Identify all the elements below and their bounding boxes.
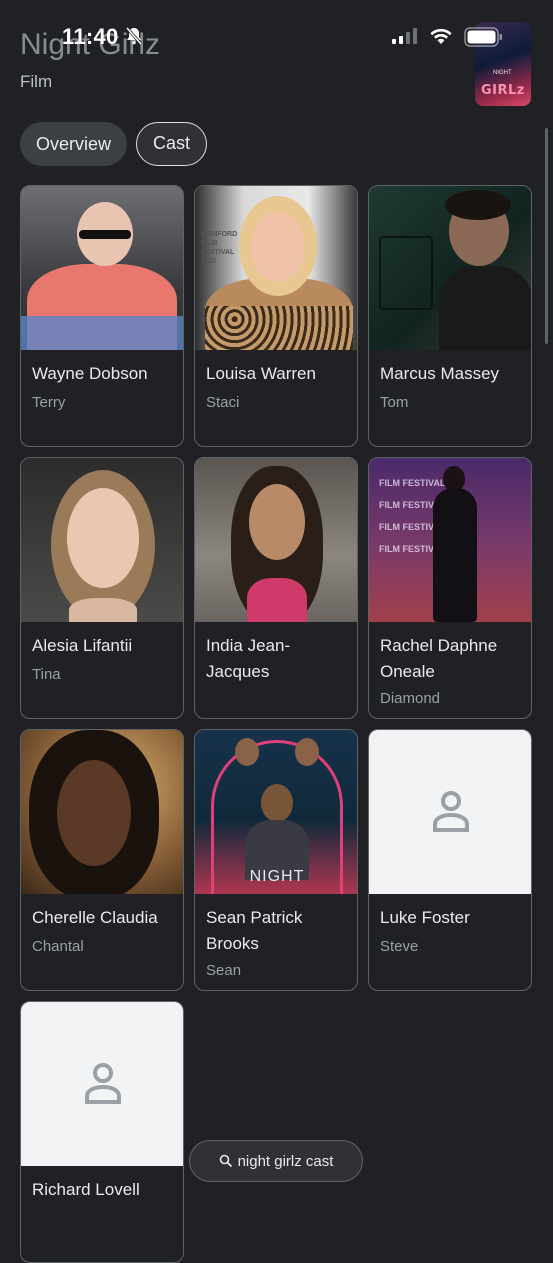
cast-role: Sean xyxy=(206,962,242,979)
cast-role: Tom xyxy=(380,394,409,411)
cast-name: Sean Patrick Brooks xyxy=(206,908,303,953)
wifi-icon xyxy=(430,28,452,44)
search-icon xyxy=(219,1154,232,1168)
cast-role: Staci xyxy=(206,394,240,411)
cast-role: Steve xyxy=(380,938,419,955)
cast-name: India Jean-Jacques xyxy=(206,636,291,681)
bell-off-icon xyxy=(125,27,143,45)
status-time: 11:40 xyxy=(62,24,119,49)
cast-photo xyxy=(21,458,183,622)
cast-name: Richard Lovell xyxy=(32,1180,140,1199)
person-icon xyxy=(85,1063,121,1104)
cast-card[interactable]: NIGHT Sean Patrick Brooks Sean xyxy=(194,729,358,991)
cast-photo: ROMFORD FILM FESTIVAL 2021 xyxy=(195,186,357,350)
cast-card[interactable]: Richard Lovell xyxy=(20,1001,184,1263)
person-icon xyxy=(433,791,469,832)
cast-photo-placeholder xyxy=(369,730,531,894)
cast-card[interactable]: Marcus Massey Tom xyxy=(368,185,532,447)
cast-card[interactable]: Wayne Dobson Terry xyxy=(20,185,184,447)
tab-cast[interactable]: Cast xyxy=(136,122,208,166)
scrollbar[interactable] xyxy=(545,128,548,344)
cast-name: Wayne Dobson xyxy=(32,364,148,383)
cast-name: Rachel Daphne Oneale xyxy=(380,636,498,681)
cast-photo xyxy=(21,186,183,350)
cast-role: Tina xyxy=(32,666,61,683)
cast-photo: NIGHT xyxy=(195,730,357,894)
cellular-signal-icon xyxy=(392,28,417,44)
cast-name: Alesia Lifantii xyxy=(32,636,133,655)
cast-photo-placeholder xyxy=(21,1002,183,1166)
battery-icon xyxy=(464,27,502,47)
cast-name: Marcus Massey xyxy=(380,364,500,383)
cast-card[interactable]: ROMFORD FILM FESTIVAL 2021 Louisa Warren… xyxy=(194,185,358,447)
cast-role: Terry xyxy=(32,394,66,411)
cast-card[interactable]: Alesia Lifantii Tina xyxy=(20,457,184,719)
status-bar: 11:40 xyxy=(0,0,553,60)
cast-name: Louisa Warren xyxy=(206,364,316,383)
cast-photo xyxy=(369,186,531,350)
entity-subtitle: Film xyxy=(20,72,53,91)
search-query-pill[interactable]: night girlz cast xyxy=(189,1140,363,1182)
cast-photo xyxy=(21,730,183,894)
tab-bar: Overview Cast xyxy=(20,122,208,166)
search-query-text: night girlz cast xyxy=(237,1152,334,1170)
cast-card[interactable]: India Jean-Jacques xyxy=(194,457,358,719)
cast-card[interactable]: Luke Foster Steve xyxy=(368,729,532,991)
cast-name: Luke Foster xyxy=(380,908,470,927)
cast-role: Chantal xyxy=(32,938,84,955)
cast-photo: FILM FESTIVAL FILM FESTIVAL FILM FESTIVA… xyxy=(369,458,531,622)
cast-name: Cherelle Claudia xyxy=(32,908,158,927)
tab-overview[interactable]: Overview xyxy=(20,122,128,166)
cast-role: Diamond xyxy=(380,690,441,707)
cast-card[interactable]: FILM FESTIVAL FILM FESTIVAL FILM FESTIVA… xyxy=(368,457,532,719)
cast-photo xyxy=(195,458,357,622)
cast-card[interactable]: Cherelle Claudia Chantal xyxy=(20,729,184,991)
